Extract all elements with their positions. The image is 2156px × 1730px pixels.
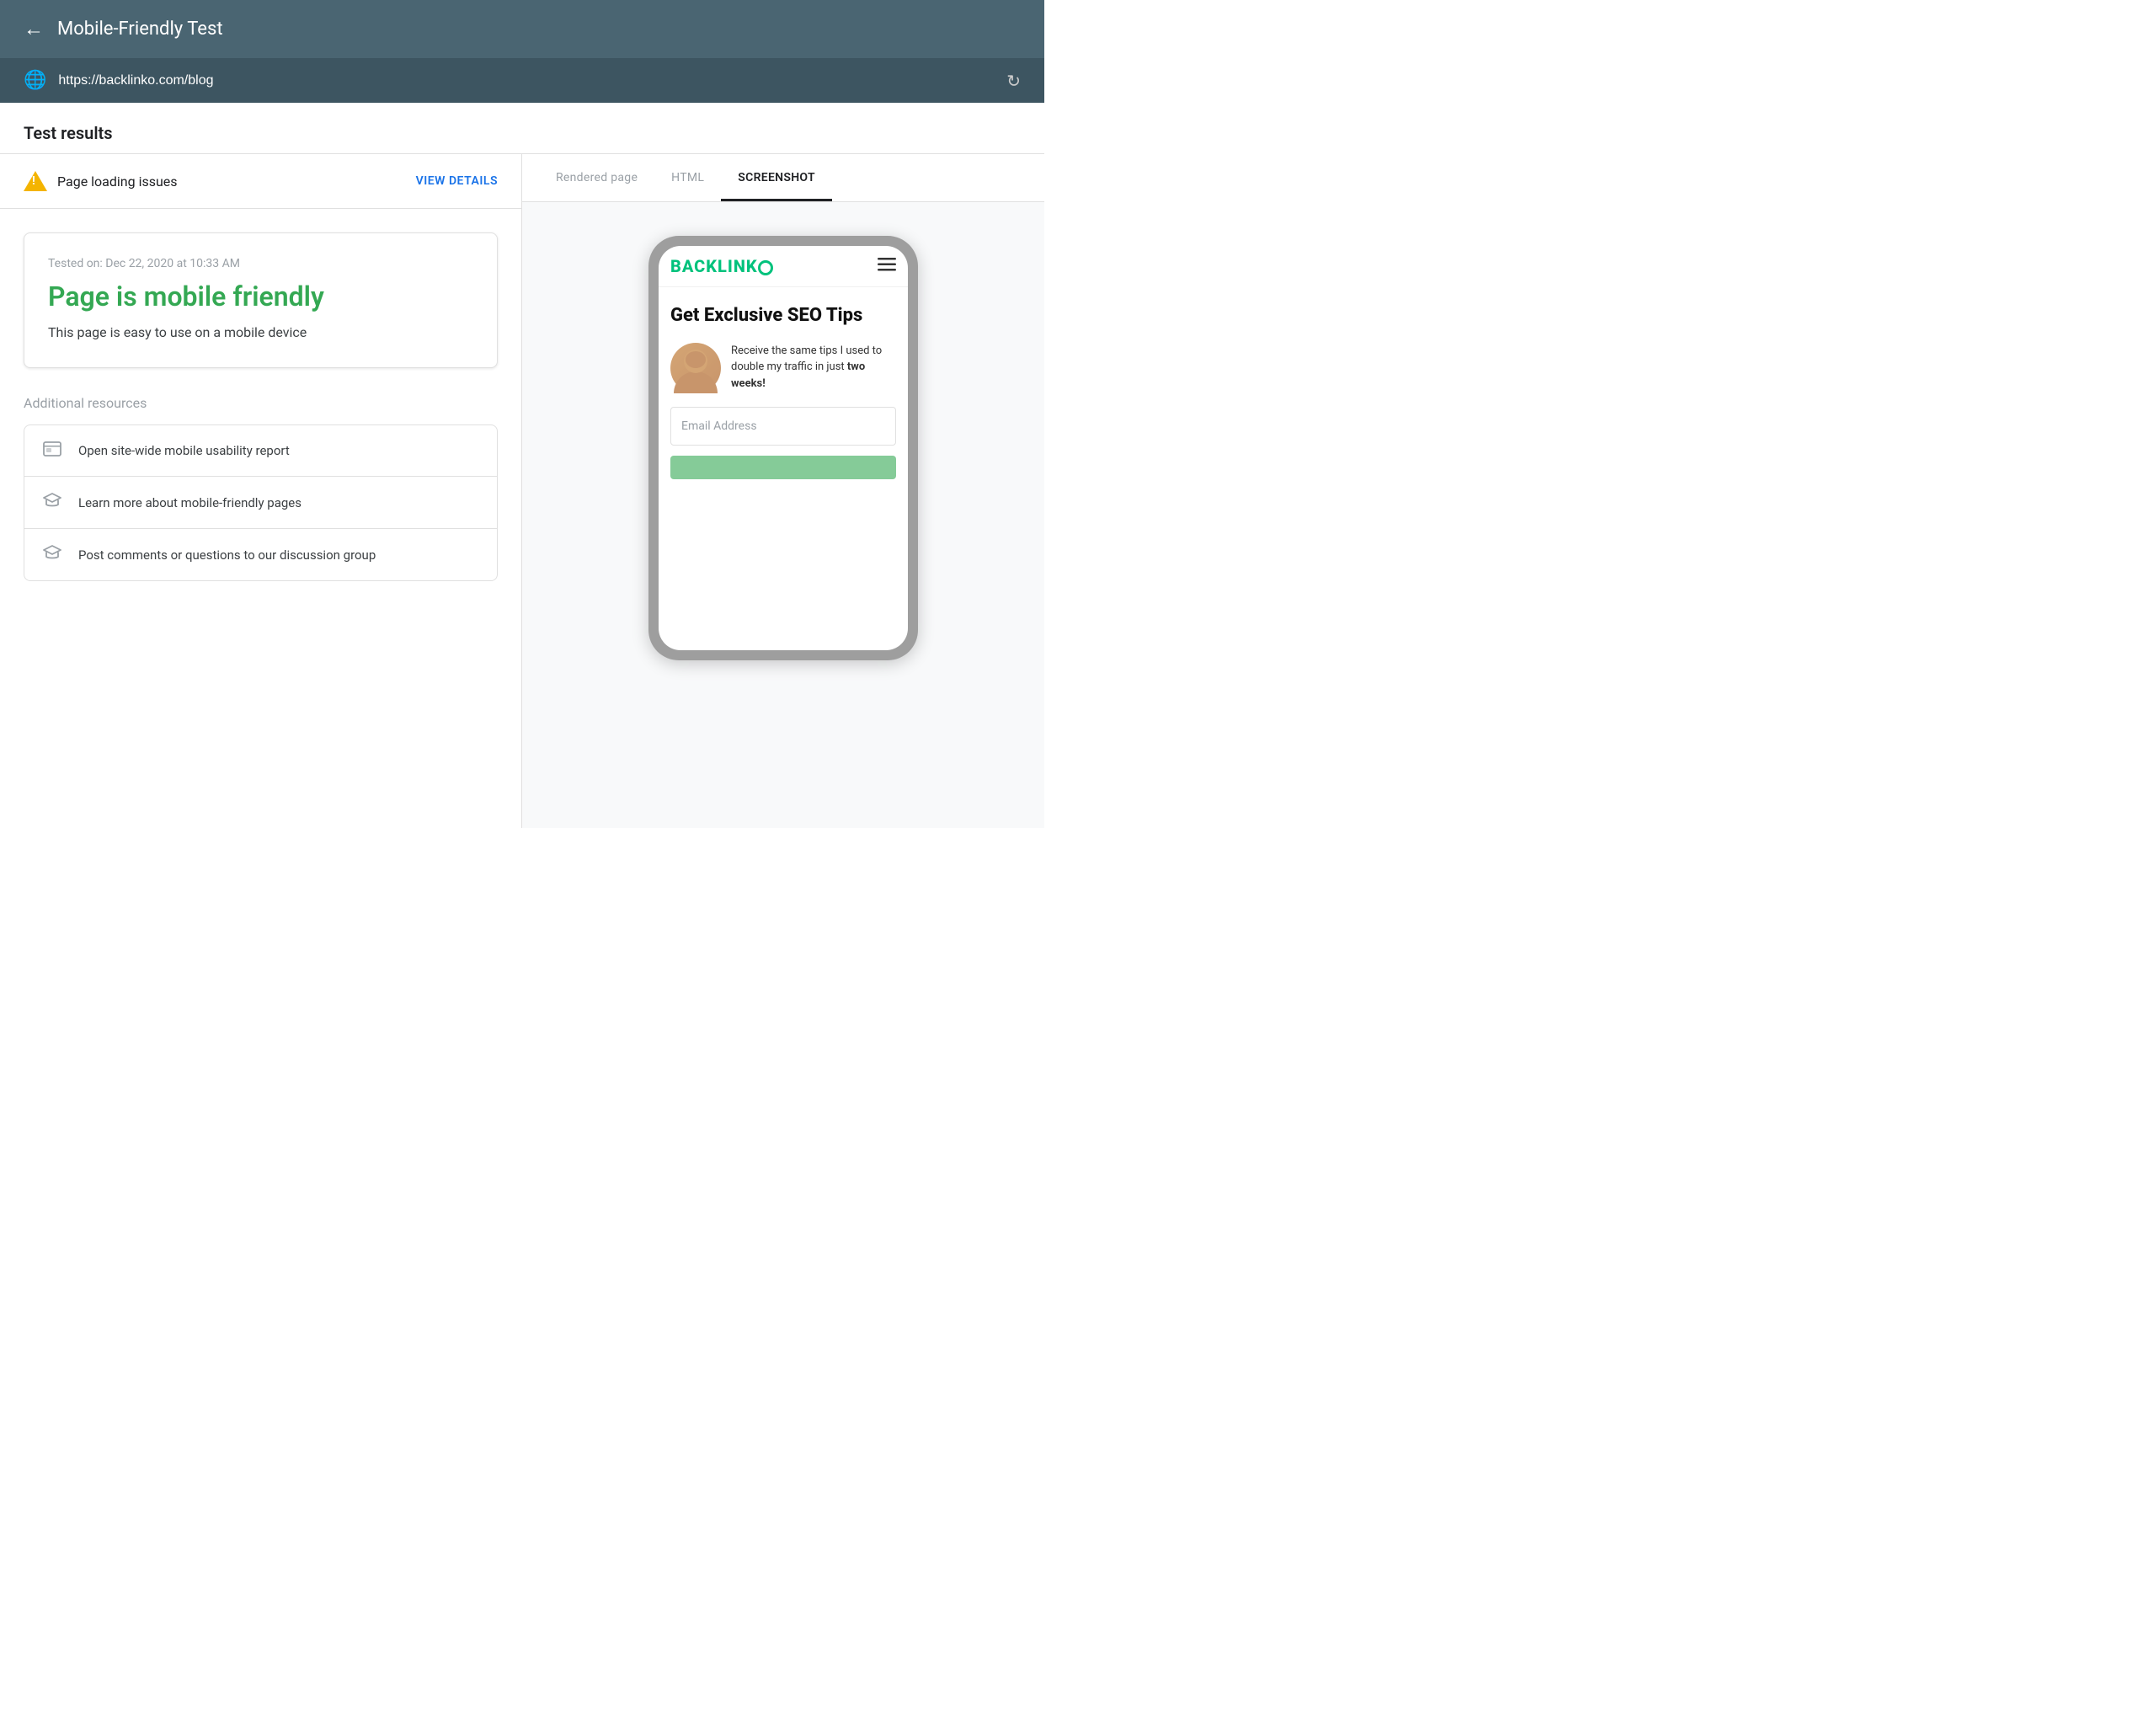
test-results-heading: Test results xyxy=(0,103,1044,154)
url-input[interactable] xyxy=(58,73,995,88)
resource-text-learn: Learn more about mobile-friendly pages xyxy=(78,495,302,510)
issues-bar: Page loading issues VIEW DETAILS xyxy=(0,154,521,209)
refresh-icon[interactable]: ↻ xyxy=(1006,71,1021,91)
hamburger-menu-icon xyxy=(878,258,896,275)
resource-item-usability[interactable]: Open site-wide mobile usability report xyxy=(24,425,497,477)
phone-offer-row: Receive the same tips I used to double m… xyxy=(659,339,908,407)
mobile-friendly-desc: This page is easy to use on a mobile dev… xyxy=(48,324,473,340)
tab-rendered-page[interactable]: Rendered page xyxy=(539,154,654,201)
page-title: Mobile-Friendly Test xyxy=(57,19,223,40)
mobile-friendly-title: Page is mobile friendly xyxy=(48,280,473,312)
tested-on-text: Tested on: Dec 22, 2020 at 10:33 AM xyxy=(48,257,473,270)
additional-resources: Additional resources Open site-wide mobi… xyxy=(0,368,521,581)
phone-screen: BACKLINK Get Exclusive SEO Tips xyxy=(659,246,908,650)
back-button[interactable]: ← xyxy=(24,17,44,41)
resource-item-learn[interactable]: Learn more about mobile-friendly pages xyxy=(24,477,497,529)
view-details-link[interactable]: VIEW DETAILS xyxy=(416,174,498,188)
right-panel: Rendered page HTML SCREENSHOT BACKLINK xyxy=(522,154,1044,828)
tab-bar: Rendered page HTML SCREENSHOT xyxy=(522,154,1044,202)
app-header: ← Mobile-Friendly Test xyxy=(0,0,1044,58)
phone-headline: Get Exclusive SEO Tips xyxy=(659,287,908,339)
url-bar: 🌐 ↻ xyxy=(0,58,1044,103)
additional-resources-title: Additional resources xyxy=(24,395,498,411)
phone-email-field: Email Address xyxy=(670,407,896,446)
resources-card: Open site-wide mobile usability report L… xyxy=(24,424,498,581)
usability-report-icon xyxy=(41,441,63,461)
issues-text: Page loading issues xyxy=(57,174,406,190)
discussion-icon xyxy=(41,544,63,565)
resource-item-discussion[interactable]: Post comments or questions to our discus… xyxy=(24,529,497,580)
phone-header: BACKLINK xyxy=(659,246,908,287)
main-content: Page loading issues VIEW DETAILS Tested … xyxy=(0,154,1044,828)
tab-screenshot[interactable]: SCREENSHOT xyxy=(721,154,832,201)
phone-area: BACKLINK Get Exclusive SEO Tips xyxy=(522,202,1044,828)
globe-icon: 🌐 xyxy=(24,70,46,91)
result-card: Tested on: Dec 22, 2020 at 10:33 AM Page… xyxy=(24,232,498,368)
tab-html[interactable]: HTML xyxy=(654,154,721,201)
left-panel: Page loading issues VIEW DETAILS Tested … xyxy=(0,154,522,828)
backlinko-logo: BACKLINK xyxy=(670,256,773,276)
avatar xyxy=(670,343,721,393)
resource-text-usability: Open site-wide mobile usability report xyxy=(78,443,290,458)
warning-icon xyxy=(24,171,47,191)
resource-text-discussion: Post comments or questions to our discus… xyxy=(78,547,376,563)
phone-cta-button xyxy=(670,456,896,479)
phone-mockup: BACKLINK Get Exclusive SEO Tips xyxy=(648,236,918,660)
learn-icon xyxy=(41,492,63,513)
phone-offer-text: Receive the same tips I used to double m… xyxy=(731,343,896,392)
